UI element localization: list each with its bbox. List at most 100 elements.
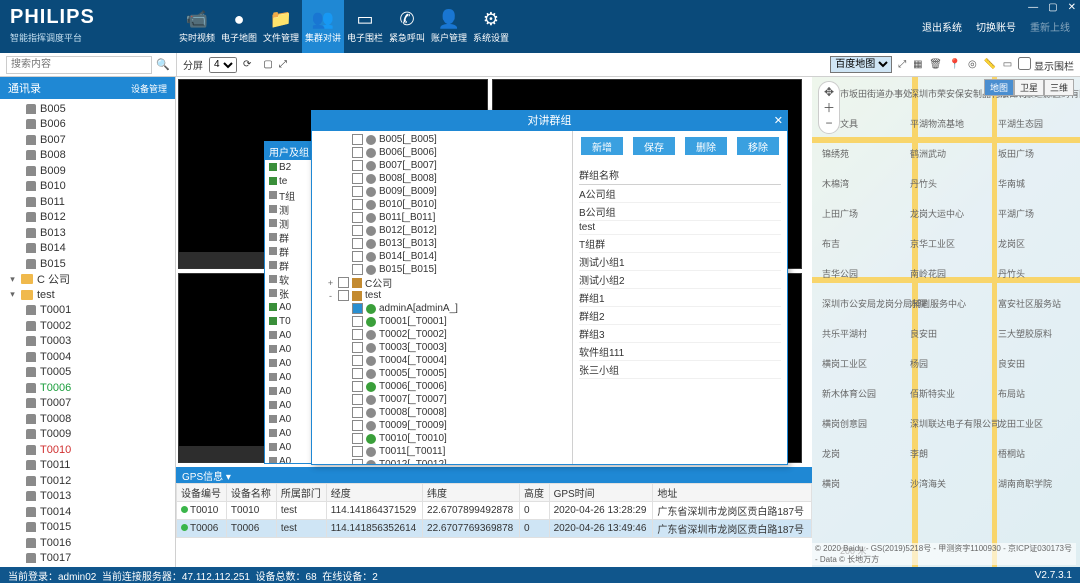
fence-checkbox-label[interactable]: 显示围栏	[1018, 57, 1074, 73]
gps-col-addr[interactable]: 地址	[653, 484, 812, 502]
userlist-item[interactable]: A0	[265, 398, 315, 412]
checkbox[interactable]	[352, 303, 363, 314]
contacts-tree[interactable]: B005B006B007B008B009B010B011B012B013B014…	[0, 99, 175, 567]
dialog-close-icon[interactable]: ✕	[774, 111, 783, 131]
exit-link[interactable]: 退出系统	[922, 19, 962, 34]
contact-item[interactable]: T0008	[0, 411, 175, 427]
checkbox[interactable]	[338, 277, 349, 288]
marker-icon[interactable]: 📍	[949, 59, 961, 70]
tree-item[interactable]: T0002[_T0002]	[312, 328, 572, 341]
maximize-icon[interactable]: ▢	[1048, 2, 1057, 13]
tree-item[interactable]: T0007[_T0007]	[312, 393, 572, 406]
group-row[interactable]: 群组1	[579, 289, 781, 307]
userlist-item[interactable]: A0	[265, 356, 315, 370]
expand-icon[interactable]: ⤢	[898, 59, 906, 70]
contact-item[interactable]: T0016	[0, 535, 175, 551]
tree-item[interactable]: T0009[_T0009]	[312, 419, 572, 432]
tree-item[interactable]: T0011[_T0011]	[312, 445, 572, 458]
split-select[interactable]: 4	[209, 57, 237, 73]
contact-item[interactable]: ▾C 公司	[0, 272, 175, 288]
contact-item[interactable]: B015	[0, 256, 175, 272]
contact-item[interactable]: T0015	[0, 520, 175, 536]
contact-item[interactable]: B011	[0, 194, 175, 210]
tree-item[interactable]: B010[_B010]	[312, 198, 572, 211]
contact-item[interactable]: ▾test	[0, 287, 175, 303]
checkbox[interactable]	[352, 173, 363, 184]
checkbox[interactable]	[352, 134, 363, 145]
trash-icon[interactable]: 🗑	[929, 59, 942, 70]
userlist-item[interactable]: T0	[265, 314, 315, 328]
tree-item[interactable]: B015[_B015]	[312, 263, 572, 276]
save-button[interactable]: 保存	[633, 137, 675, 155]
contact-item[interactable]: B014	[0, 241, 175, 257]
group-row[interactable]: B公司组	[579, 203, 781, 221]
contact-item[interactable]: B007	[0, 132, 175, 148]
userlist-item[interactable]: 群	[265, 244, 315, 258]
tree-item[interactable]: adminA[adminA_]	[312, 302, 572, 315]
expander-icon[interactable]: +	[326, 278, 335, 288]
checkbox[interactable]	[352, 238, 363, 249]
checkbox[interactable]	[352, 433, 363, 444]
userlist-item[interactable]: 张	[265, 286, 315, 300]
tree-item[interactable]: T0003[_T0003]	[312, 341, 572, 354]
menu-item-实时视频[interactable]: 📹实时视频	[176, 0, 218, 53]
checkbox[interactable]	[338, 290, 349, 301]
userlist-item[interactable]: 群	[265, 258, 315, 272]
gps-col-lat[interactable]: 纬度	[423, 484, 520, 502]
ruler-icon[interactable]: 📏	[984, 59, 996, 70]
reonline-link[interactable]: 重新上线	[1030, 19, 1070, 34]
tree-item[interactable]: B009[_B009]	[312, 185, 572, 198]
gps-row[interactable]: T0006T0006test114.14185635261422.6707769…	[177, 520, 812, 538]
locate-icon[interactable]: ◎	[968, 59, 977, 70]
contact-item[interactable]: T0003	[0, 334, 175, 350]
close-icon[interactable]: ✕	[1068, 2, 1076, 13]
userlist-item[interactable]: A0	[265, 440, 315, 454]
userlist-item[interactable]: A0	[265, 300, 315, 314]
map-tab-sat[interactable]: 卫星	[1014, 79, 1044, 96]
expander-icon[interactable]: -	[326, 291, 335, 301]
menu-item-文件管理[interactable]: 📁文件管理	[260, 0, 302, 53]
contact-item[interactable]: B006	[0, 117, 175, 133]
menu-item-紧急呼叫[interactable]: ✆紧急呼叫	[386, 0, 428, 53]
contact-item[interactable]: B012	[0, 210, 175, 226]
map-area[interactable]: 深圳市坂田街道办事处深圳市荣安保安制品有限公司深圳市康之源医药有限公司奥贝文具平…	[812, 77, 1080, 567]
checkbox[interactable]	[352, 186, 363, 197]
dialog-title[interactable]: 对讲群组 ✕	[312, 111, 787, 131]
group-row[interactable]: 软件组111	[579, 343, 781, 361]
contact-item[interactable]: T0013	[0, 489, 175, 505]
search-icon[interactable]: 🔍	[156, 58, 170, 71]
tree-item[interactable]: T0006[_T0006]	[312, 380, 572, 393]
gps-col-lng[interactable]: 经度	[326, 484, 422, 502]
checkbox[interactable]	[352, 368, 363, 379]
refresh-icon[interactable]: ⟳	[243, 59, 251, 70]
userlist-item[interactable]: A0	[265, 426, 315, 440]
checkbox[interactable]	[352, 160, 363, 171]
checkbox[interactable]	[352, 329, 363, 340]
tree-item[interactable]: +C公司	[312, 276, 572, 289]
userlist-item[interactable]: A0	[265, 454, 315, 464]
contact-item[interactable]: B005	[0, 101, 175, 117]
tree-item[interactable]: -test	[312, 289, 572, 302]
tree-item[interactable]: T0005[_T0005]	[312, 367, 572, 380]
checkbox[interactable]	[352, 381, 363, 392]
minimize-icon[interactable]: —	[1028, 2, 1038, 13]
contact-item[interactable]: T0017	[0, 551, 175, 567]
userlist-item[interactable]: 软	[265, 272, 315, 286]
group-row[interactable]: A公司组	[579, 185, 781, 203]
contact-item[interactable]: B013	[0, 225, 175, 241]
search-input[interactable]	[6, 56, 152, 74]
userlist-item[interactable]: 测	[265, 216, 315, 230]
userlist-item[interactable]: B2	[265, 160, 315, 174]
checkbox[interactable]	[352, 147, 363, 158]
checkbox[interactable]	[352, 199, 363, 210]
checkbox[interactable]	[352, 264, 363, 275]
tree-item[interactable]: T0004[_T0004]	[312, 354, 572, 367]
user-list-panel[interactable]: 用户及组 B2teT组测测群群群软张A0T0A0A0A0A0A0A0A0A0A0…	[264, 141, 316, 464]
contact-item[interactable]: T0005	[0, 365, 175, 381]
gps-col-dept[interactable]: 所属部门	[276, 484, 326, 502]
checkbox[interactable]	[352, 420, 363, 431]
checkbox[interactable]	[352, 251, 363, 262]
userlist-item[interactable]: A0	[265, 412, 315, 426]
group-row[interactable]: 测试小组1	[579, 253, 781, 271]
gps-col-alt[interactable]: 高度	[520, 484, 550, 502]
